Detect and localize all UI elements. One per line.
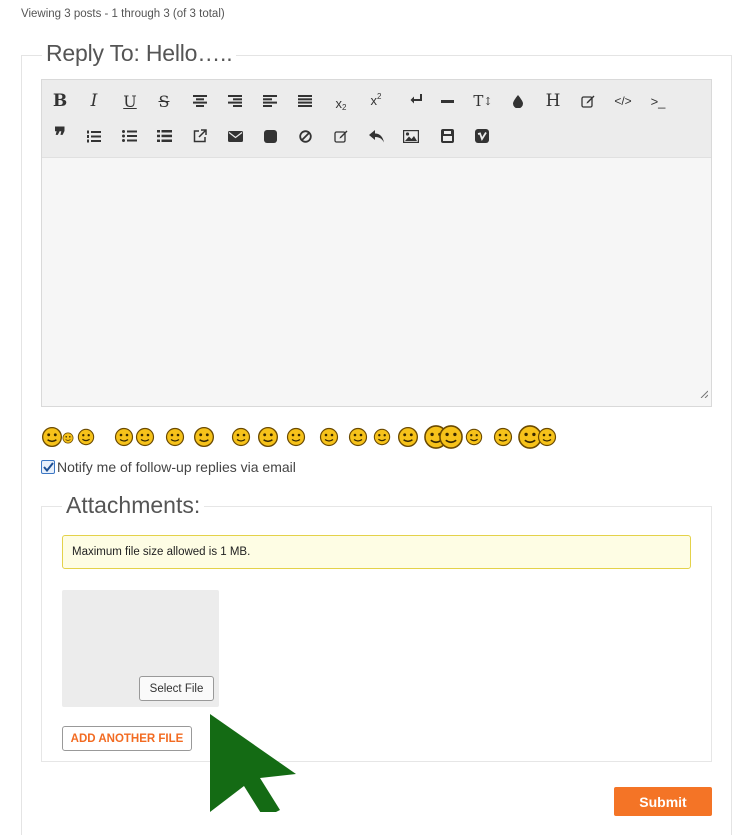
smiley-icon[interactable] — [165, 427, 185, 452]
ordered-list-icon[interactable] — [79, 124, 109, 148]
subscript-icon[interactable]: x2 — [326, 91, 356, 115]
smiley-icon[interactable] — [438, 424, 464, 455]
cancel-icon[interactable] — [290, 124, 320, 148]
smiley-icon[interactable] — [319, 427, 339, 452]
align-center-icon[interactable] — [185, 89, 215, 113]
notify-checkbox[interactable] — [41, 460, 55, 474]
smiley-icon[interactable] — [77, 428, 95, 451]
notify-label: Notify me of follow-up replies via email — [57, 459, 296, 475]
smiley-icon[interactable] — [193, 426, 215, 453]
align-right-icon[interactable] — [220, 89, 250, 113]
smiley-icon[interactable] — [397, 426, 419, 453]
smiley-icon[interactable] — [537, 427, 557, 452]
superscript-icon[interactable]: x2 — [361, 88, 391, 112]
terminal-icon[interactable]: >_ — [643, 89, 673, 113]
vimeo-icon[interactable] — [467, 124, 497, 148]
bold-icon[interactable]: B — [45, 89, 75, 113]
select-file-button[interactable]: Select File — [139, 676, 214, 701]
youtube-icon[interactable] — [432, 124, 462, 148]
resize-handle-icon[interactable] — [700, 385, 709, 403]
edit-icon[interactable] — [326, 124, 356, 148]
align-justify-icon[interactable] — [290, 89, 320, 113]
smiley-icon[interactable] — [493, 427, 513, 452]
attachments-legend: Attachments: — [62, 492, 205, 519]
horizontal-rule-icon[interactable] — [432, 89, 462, 113]
smiley-icon[interactable] — [231, 427, 251, 452]
add-another-file-button[interactable]: ADD ANOTHER FILE — [62, 726, 192, 751]
smiley-icon[interactable] — [114, 427, 134, 452]
smilies-bar — [41, 424, 561, 452]
smiley-icon[interactable] — [373, 428, 391, 451]
smiley-icon[interactable] — [41, 426, 63, 453]
image-icon[interactable] — [396, 124, 426, 148]
code-icon[interactable]: </> — [608, 89, 638, 113]
stop-icon[interactable] — [255, 124, 285, 148]
mouse-pointer-icon — [208, 712, 300, 818]
smiley-icon[interactable] — [465, 428, 483, 451]
smiley-icon[interactable] — [135, 427, 155, 452]
viewing-posts-text: Viewing 3 posts - 1 through 3 (of 3 tota… — [21, 8, 225, 20]
smiley-icon[interactable] — [348, 427, 368, 452]
line-break-icon[interactable] — [401, 87, 431, 111]
align-left-icon[interactable] — [255, 89, 285, 113]
file-size-notice: Maximum file size allowed is 1 MB. — [62, 535, 691, 569]
reply-editor[interactable]: B I U S x2 x2 T ↕ H </> >_ ❞ — [41, 79, 712, 407]
list-icon[interactable] — [149, 124, 179, 148]
smiley-icon[interactable] — [286, 427, 306, 452]
smiley-icon[interactable] — [257, 426, 279, 453]
reply-legend: Reply To: Hello….. — [42, 40, 237, 67]
text-size-icon[interactable]: T ↕ — [468, 89, 498, 113]
underline-icon[interactable]: U — [115, 89, 145, 113]
quote-icon[interactable]: ❞ — [45, 123, 75, 149]
strikethrough-icon[interactable]: S — [149, 89, 179, 113]
edit-icon[interactable] — [573, 89, 603, 113]
unordered-list-icon[interactable] — [114, 124, 144, 148]
submit-button[interactable]: Submit — [614, 787, 712, 816]
undo-icon[interactable] — [361, 124, 391, 148]
external-link-icon[interactable] — [185, 124, 215, 148]
heading-icon[interactable]: H — [538, 89, 568, 113]
editor-toolbar: B I U S x2 x2 T ↕ H </> >_ ❞ — [42, 80, 711, 158]
notify-option[interactable]: Notify me of follow-up replies via email — [41, 459, 296, 475]
smiley-icon[interactable] — [62, 431, 74, 449]
text-color-icon[interactable] — [503, 89, 533, 113]
italic-icon[interactable]: I — [79, 89, 109, 113]
email-icon[interactable] — [220, 124, 250, 148]
